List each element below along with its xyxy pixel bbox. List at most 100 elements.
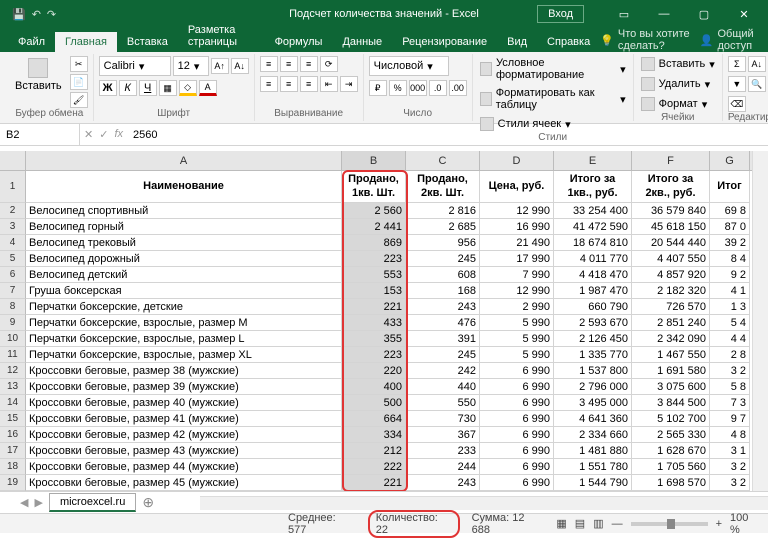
cell[interactable]: Кроссовки беговые, размер 38 (мужские): [26, 363, 342, 379]
ribbon-tab-4[interactable]: Формулы: [265, 32, 333, 52]
align-center-icon[interactable]: ≡: [280, 76, 298, 92]
cell[interactable]: 242: [406, 363, 480, 379]
cell[interactable]: Велосипед горный: [26, 219, 342, 235]
find-icon[interactable]: 🔍: [748, 76, 766, 92]
align-left-icon[interactable]: ≡: [260, 76, 278, 92]
percent-icon[interactable]: %: [389, 80, 407, 96]
cell[interactable]: 4 8: [710, 427, 750, 443]
cancel-fx-icon[interactable]: ✕: [84, 128, 93, 141]
cell[interactable]: 2 441: [342, 219, 406, 235]
cell[interactable]: 2 560: [342, 203, 406, 219]
sort-icon[interactable]: A↓: [748, 56, 766, 72]
cell[interactable]: 1 691 580: [632, 363, 710, 379]
cell[interactable]: 4 418 470: [554, 267, 632, 283]
row-head[interactable]: 14: [0, 395, 26, 411]
undo-icon[interactable]: ↶: [32, 8, 41, 21]
paste-button[interactable]: Вставить: [11, 56, 66, 94]
minimize-icon[interactable]: —: [644, 0, 684, 28]
cell[interactable]: 6 990: [480, 395, 554, 411]
cell[interactable]: 1 467 550: [632, 347, 710, 363]
scroll-v[interactable]: [752, 151, 768, 491]
row-head[interactable]: 6: [0, 267, 26, 283]
cell[interactable]: 4 011 770: [554, 251, 632, 267]
delete-cells[interactable]: Удалить▾: [639, 76, 713, 92]
cell[interactable]: 6 990: [480, 475, 554, 491]
cell[interactable]: Кроссовки беговые, размер 40 (мужские): [26, 395, 342, 411]
row-head[interactable]: 18: [0, 459, 26, 475]
cut-icon[interactable]: ✂: [70, 56, 88, 72]
cell[interactable]: 4 407 550: [632, 251, 710, 267]
cell[interactable]: 3 844 500: [632, 395, 710, 411]
font-color-icon[interactable]: A: [199, 80, 217, 96]
cell[interactable]: 3 2: [710, 459, 750, 475]
cell[interactable]: 500: [342, 395, 406, 411]
cell[interactable]: 243: [406, 299, 480, 315]
orientation-icon[interactable]: ⟳: [320, 56, 338, 72]
cell[interactable]: 17 990: [480, 251, 554, 267]
cell[interactable]: 553: [342, 267, 406, 283]
cell[interactable]: 1 551 780: [554, 459, 632, 475]
indent-dec-icon[interactable]: ⇤: [320, 76, 338, 92]
col-head-B[interactable]: B: [342, 151, 406, 170]
cell[interactable]: 956: [406, 235, 480, 251]
col-head-C[interactable]: C: [406, 151, 480, 170]
cell[interactable]: 39 2: [710, 235, 750, 251]
row-head[interactable]: 8: [0, 299, 26, 315]
cell[interactable]: 2 342 090: [632, 331, 710, 347]
row-head[interactable]: 2: [0, 203, 26, 219]
align-top-icon[interactable]: ≡: [260, 56, 278, 72]
col-head-F[interactable]: F: [632, 151, 710, 170]
fill-icon[interactable]: ▼: [728, 76, 746, 92]
row-head[interactable]: 10: [0, 331, 26, 347]
cell[interactable]: Итого за 1кв., руб.: [554, 171, 632, 203]
cell[interactable]: 6 990: [480, 363, 554, 379]
cell[interactable]: 334: [342, 427, 406, 443]
cell[interactable]: 1 335 770: [554, 347, 632, 363]
italic-icon[interactable]: К: [119, 80, 137, 96]
cell[interactable]: 608: [406, 267, 480, 283]
formula-input[interactable]: 2560: [127, 129, 768, 141]
fx-icon[interactable]: fx: [114, 128, 123, 141]
cell[interactable]: 1 705 560: [632, 459, 710, 475]
cell[interactable]: Велосипед детский: [26, 267, 342, 283]
cell[interactable]: 4 857 920: [632, 267, 710, 283]
cell[interactable]: Перчатки боксерские, взрослые, размер L: [26, 331, 342, 347]
view-normal-icon[interactable]: ▦: [556, 517, 566, 530]
inc-dec-icon[interactable]: .0: [429, 80, 447, 96]
cell[interactable]: 7 3: [710, 395, 750, 411]
currency-icon[interactable]: ₽: [369, 80, 387, 96]
cell[interactable]: 21 490: [480, 235, 554, 251]
row-head[interactable]: 11: [0, 347, 26, 363]
cell[interactable]: Кроссовки беговые, размер 45 (мужские): [26, 475, 342, 491]
ribbon-tab-1[interactable]: Главная: [55, 32, 117, 52]
cell[interactable]: 2 182 320: [632, 283, 710, 299]
row-head[interactable]: 15: [0, 411, 26, 427]
cell[interactable]: 6 990: [480, 379, 554, 395]
cell[interactable]: Цена, руб.: [480, 171, 554, 203]
sheet-nav-prev-icon[interactable]: ◀: [20, 496, 28, 509]
cell[interactable]: Перчатки боксерские, детские: [26, 299, 342, 315]
cell[interactable]: 20 544 440: [632, 235, 710, 251]
cell[interactable]: 8 4: [710, 251, 750, 267]
row-head[interactable]: 12: [0, 363, 26, 379]
col-head-A[interactable]: A: [26, 151, 342, 170]
cell[interactable]: Наименование: [26, 171, 342, 203]
cond-format[interactable]: Условное форматирование▾: [478, 56, 628, 82]
cell[interactable]: 2 816: [406, 203, 480, 219]
cell[interactable]: 2 593 670: [554, 315, 632, 331]
grow-font-icon[interactable]: A↑: [211, 58, 229, 74]
cell[interactable]: 1 628 670: [632, 443, 710, 459]
sheet-tab[interactable]: microexcel.ru: [49, 493, 136, 512]
new-sheet-icon[interactable]: ⊕: [142, 494, 154, 511]
cell[interactable]: 4 1: [710, 283, 750, 299]
cell[interactable]: 5 990: [480, 315, 554, 331]
cell[interactable]: Велосипед трековый: [26, 235, 342, 251]
align-mid-icon[interactable]: ≡: [280, 56, 298, 72]
font-name[interactable]: Calibri▾: [99, 56, 171, 76]
format-cells[interactable]: Формат▾: [639, 96, 710, 112]
cell[interactable]: 16 990: [480, 219, 554, 235]
cell[interactable]: 6 990: [480, 443, 554, 459]
cell[interactable]: Кроссовки беговые, размер 43 (мужские): [26, 443, 342, 459]
cell[interactable]: 355: [342, 331, 406, 347]
grid[interactable]: ABCDEFG 1НаименованиеПродано, 1кв. Шт.Пр…: [0, 151, 768, 491]
